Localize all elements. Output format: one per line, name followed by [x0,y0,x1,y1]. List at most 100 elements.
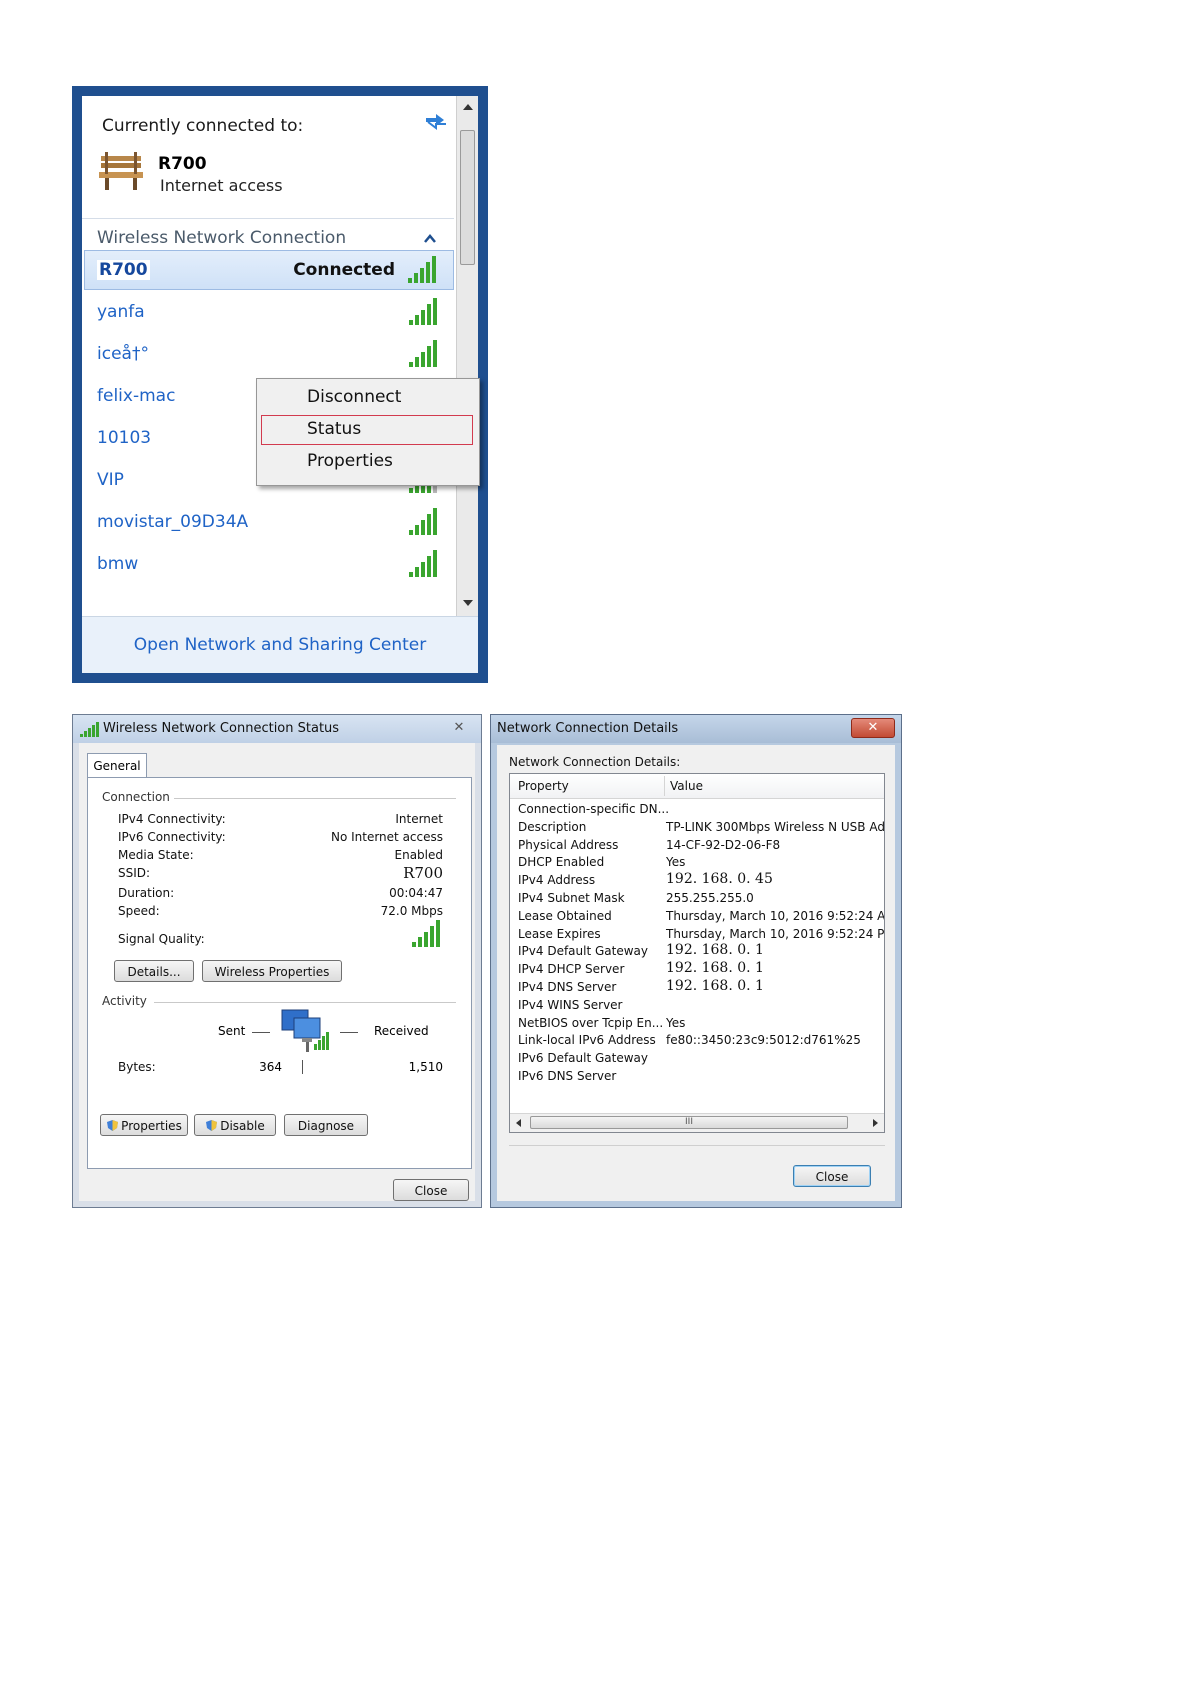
value-cell: 192. 168. 0. 1 [666,978,764,994]
wireless-properties-button[interactable]: Wireless Properties [202,960,342,982]
property-cell: IPv4 WINS Server [518,997,623,1012]
scroll-left-icon[interactable] [514,1118,522,1128]
table-row[interactable]: Physical Address 14-CF-92-D2-06-F8 [510,836,884,855]
diagnose-button[interactable]: Diagnose [284,1114,368,1136]
flyout-scrollbar[interactable] [456,96,478,616]
value-cell: 255.255.255.0 [666,891,754,905]
connection-value: Internet [395,812,443,826]
network-item[interactable]: movistar_09D34A [84,503,454,543]
table-row[interactable]: NetBIOS over Tcpip En... Yes [510,1014,884,1033]
table-row[interactable]: IPv6 DNS Server [510,1067,884,1086]
status-titlebar[interactable]: Wireless Network Connection Status ✕ [73,715,481,743]
signal-quality-label: Signal Quality: [118,932,205,946]
close-icon[interactable]: ✕ [851,718,895,738]
wireless-signal-icon [80,722,99,737]
table-row[interactable]: Lease Obtained Thursday, March 10, 2016 9… [510,907,885,926]
network-item[interactable]: R700 Connected [84,250,454,290]
details-list[interactable]: Property Value Connection-specific DN...… [509,773,885,1133]
tab-general[interactable]: General [87,753,147,778]
menu-item-disconnect[interactable]: Disconnect [307,387,401,407]
table-row[interactable]: Description TP-LINK 300Mbps Wireless N US… [510,818,885,837]
value-cell: TP-LINK 300Mbps Wireless N USB Adap [666,819,885,834]
chevron-up-icon[interactable] [424,234,436,244]
details-button[interactable]: Details... [114,960,194,982]
received-label: Received [374,1024,429,1038]
connection-label: Speed: [118,904,160,918]
property-cell: IPv4 DHCP Server [518,962,625,977]
network-name: bmw [97,554,139,574]
current-network-access: Internet access [160,176,283,195]
table-row[interactable]: Lease Expires Thursday, March 10, 2016 9:… [510,925,885,944]
close-button[interactable]: Close [793,1165,871,1187]
bench-icon [99,152,143,190]
connection-value: 00:04:47 [389,886,443,900]
column-divider[interactable] [664,776,665,796]
table-row[interactable]: IPv4 WINS Server [510,996,884,1015]
column-value[interactable]: Value [670,779,703,793]
table-row[interactable]: IPv4 Address 192. 168. 0. 45 [510,871,884,890]
table-row[interactable]: IPv4 DHCP Server 192. 168. 0. 1 [510,960,884,979]
property-cell: Connection-specific DN... [518,802,670,816]
scroll-thumb[interactable] [460,130,475,265]
signal-strength-icon [408,256,436,283]
activity-group-label: Activity [102,994,147,1008]
connection-label: Media State: [118,848,194,862]
value-cell: 192. 168. 0. 1 [666,960,764,977]
scroll-down-icon[interactable] [462,598,474,608]
property-cell: Lease Obtained [518,908,612,923]
table-row[interactable]: Connection-specific DN... [510,800,884,819]
table-row[interactable]: Link-local IPv6 Address fe80::3450:23c9:5… [510,1031,884,1050]
menu-item-properties[interactable]: Properties [307,451,393,471]
refresh-icon[interactable] [422,108,450,134]
connection-value: Enabled [394,848,444,862]
table-row[interactable]: IPv6 Default Gateway [510,1049,884,1068]
context-menu: Disconnect Status Properties [256,378,480,486]
network-item[interactable]: bmw [84,545,454,585]
bytes-label: Bytes: [118,1060,156,1074]
network-item[interactable]: yanfa [84,293,454,333]
network-status: Connected [293,260,395,280]
value-cell: Yes [666,1015,686,1030]
value-cell: Thursday, March 10, 2016 9:52:24 PM [666,926,885,941]
horizontal-scrollbar[interactable]: III [510,1113,884,1132]
scroll-right-icon[interactable] [872,1118,880,1128]
value-cell: 14-CF-92-D2-06-F8 [666,837,781,852]
network-computers-icon [281,1009,329,1052]
close-icon[interactable]: ✕ [445,719,473,737]
value-cell: Thursday, March 10, 2016 9:52:24 AM [666,908,885,923]
received-line [340,1032,358,1033]
table-row[interactable]: IPv4 Default Gateway 192. 168. 0. 1 [510,942,884,961]
scroll-thumb[interactable]: III [530,1116,848,1129]
open-network-center-link[interactable]: Open Network and Sharing Center [82,635,478,655]
value-cell: Yes [666,855,686,870]
details-window: Network Connection Details ✕ Network Con… [490,714,902,1208]
details-window-title: Network Connection Details [497,721,679,736]
table-row[interactable]: IPv4 Subnet Mask 255.255.255.0 [510,889,884,908]
wireless-section-title[interactable]: Wireless Network Connection [97,228,346,248]
disable-button[interactable]: Disable [194,1114,276,1136]
signal-strength-icon [409,550,437,577]
properties-label: Properties [121,1119,182,1133]
sent-label: Sent [218,1024,246,1038]
property-cell: Physical Address [518,837,619,852]
close-button[interactable]: Close [393,1179,469,1201]
menu-item-status[interactable]: Status [307,419,361,439]
connection-value: 72.0 Mbps [380,904,443,918]
network-name: 10103 [97,428,152,448]
shield-icon [206,1120,218,1131]
connection-label: IPv6 Connectivity: [118,830,226,844]
column-property[interactable]: Property [518,779,569,793]
table-row[interactable]: DHCP Enabled Yes [510,853,884,872]
network-item[interactable]: iceå†° [84,335,454,375]
status-body: General Connection IPv4 Connectivity: Int… [79,743,475,1201]
property-cell: IPv4 DNS Server [518,980,617,994]
connection-label: SSID: [118,866,151,880]
network-name: iceå†° [97,344,149,364]
value-cell: 192. 168. 0. 1 [666,942,764,959]
table-row[interactable]: IPv4 DNS Server 192. 168. 0. 1 [510,978,884,997]
scroll-up-icon[interactable] [462,102,474,112]
property-cell: IPv4 Default Gateway [518,944,648,959]
shield-icon [107,1120,119,1131]
details-titlebar[interactable]: Network Connection Details ✕ [491,715,901,743]
properties-button[interactable]: Properties [100,1114,188,1136]
